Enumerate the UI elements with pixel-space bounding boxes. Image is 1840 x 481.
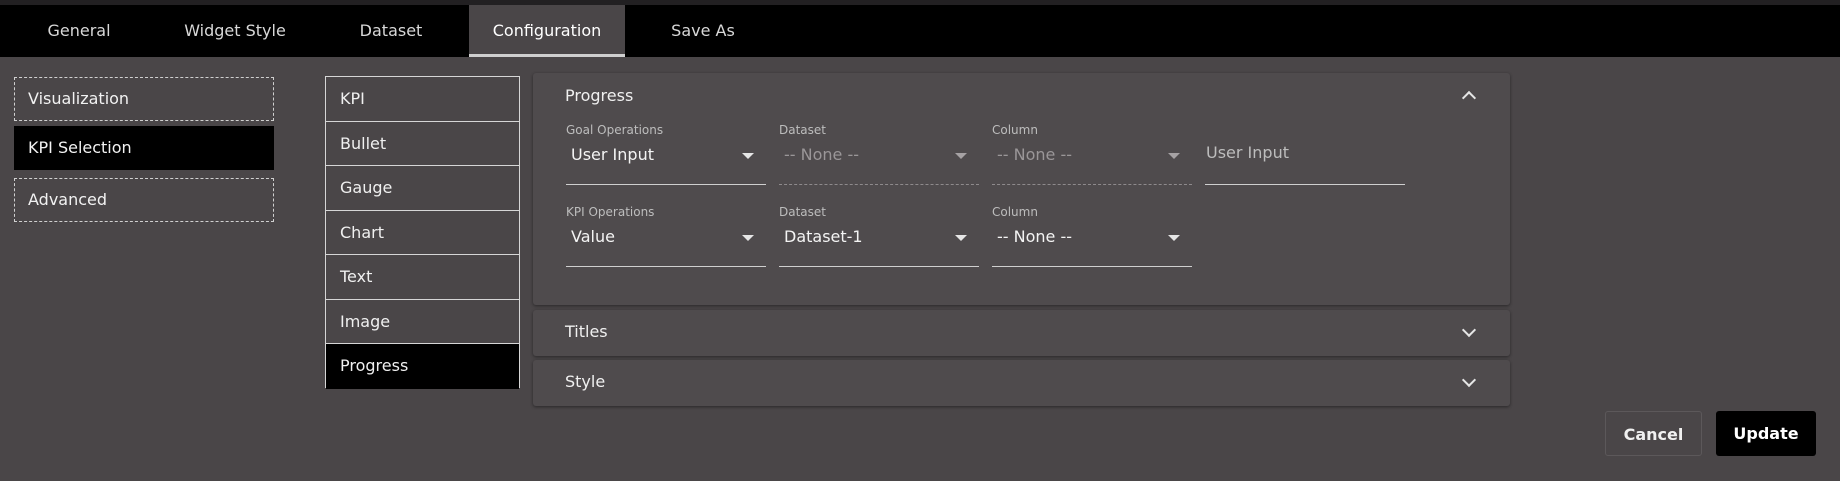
chevron-down-icon[interactable]	[1461, 322, 1477, 338]
kpi-operations-value: Value	[571, 227, 615, 246]
dropdown-arrow-icon	[742, 153, 754, 159]
field-underline	[779, 266, 979, 267]
goal-user-input-field[interactable]: User Input	[1205, 123, 1405, 185]
field-underline	[992, 266, 1192, 267]
chevron-up-icon[interactable]	[1461, 90, 1477, 106]
field-underline	[566, 184, 766, 185]
top-tab-bar: General Widget Style Dataset Configurati…	[0, 0, 1840, 57]
titles-panel[interactable]: Titles	[533, 310, 1510, 356]
progress-panel-header[interactable]: Progress	[533, 73, 1510, 117]
kpi-operations-select[interactable]: KPI Operations Value	[566, 205, 766, 267]
sidebar-item-advanced[interactable]: Advanced	[14, 178, 274, 222]
kpi-dataset-value: Dataset-1	[784, 227, 863, 246]
style-panel-title: Style	[565, 372, 606, 391]
kpi-dataset-select[interactable]: Dataset Dataset-1	[779, 205, 979, 267]
kpi-type-progress[interactable]: Progress	[326, 344, 519, 389]
dropdown-arrow-icon	[955, 153, 967, 159]
goal-dataset-label: Dataset	[779, 123, 826, 137]
tab-general[interactable]: General	[28, 5, 130, 57]
dropdown-arrow-icon	[742, 235, 754, 241]
chevron-down-icon[interactable]	[1461, 372, 1477, 388]
field-underline	[1205, 184, 1405, 185]
progress-panel-title: Progress	[565, 86, 634, 105]
kpi-type-chart[interactable]: Chart	[326, 211, 519, 255]
kpi-type-bullet[interactable]: Bullet	[326, 122, 519, 166]
goal-user-input-placeholder: User Input	[1206, 143, 1289, 162]
kpi-column-select[interactable]: Column -- None --	[992, 205, 1192, 267]
dropdown-arrow-icon	[1168, 153, 1180, 159]
kpi-type-gauge[interactable]: Gauge	[326, 166, 519, 211]
field-underline	[992, 184, 1192, 185]
goal-dataset-select: Dataset -- None --	[779, 123, 979, 185]
goal-column-label: Column	[992, 123, 1038, 137]
kpi-operations-label: KPI Operations	[566, 205, 655, 219]
field-underline	[779, 184, 979, 185]
kpi-column-label: Column	[992, 205, 1038, 219]
kpi-type-text[interactable]: Text	[326, 255, 519, 300]
tab-configuration[interactable]: Configuration	[469, 5, 625, 57]
cancel-button[interactable]: Cancel	[1605, 411, 1702, 456]
sidebar-item-kpi-selection[interactable]: KPI Selection	[14, 126, 274, 170]
kpi-column-value: -- None --	[997, 227, 1073, 246]
goal-operations-value: User Input	[571, 145, 654, 164]
style-panel[interactable]: Style	[533, 360, 1510, 406]
update-button[interactable]: Update	[1716, 411, 1816, 456]
field-underline	[566, 266, 766, 267]
titles-panel-title: Titles	[565, 322, 608, 341]
kpi-type-image[interactable]: Image	[326, 300, 519, 344]
goal-dataset-value: -- None --	[784, 145, 860, 164]
dropdown-arrow-icon	[1168, 235, 1180, 241]
progress-panel: Progress Goal Operations User Input Data…	[533, 73, 1510, 305]
tab-dataset[interactable]: Dataset	[338, 5, 444, 57]
sidebar-item-visualization[interactable]: Visualization	[14, 77, 274, 121]
tab-save-as[interactable]: Save As	[654, 5, 752, 57]
goal-column-select: Column -- None --	[992, 123, 1192, 185]
tab-widget-style[interactable]: Widget Style	[170, 5, 300, 57]
dropdown-arrow-icon	[955, 235, 967, 241]
goal-operations-label: Goal Operations	[566, 123, 664, 137]
goal-column-value: -- None --	[997, 145, 1073, 164]
goal-operations-select[interactable]: Goal Operations User Input	[566, 123, 766, 185]
kpi-dataset-label: Dataset	[779, 205, 826, 219]
kpi-type-list: KPI Bullet Gauge Chart Text Image Progre…	[325, 76, 520, 389]
kpi-type-kpi[interactable]: KPI	[326, 77, 519, 122]
